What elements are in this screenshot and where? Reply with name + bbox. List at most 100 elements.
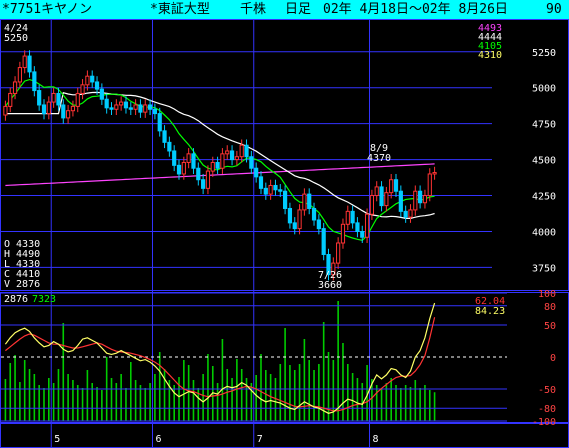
oscillator-tick-label: 0 [550, 353, 556, 364]
candle-body [287, 207, 293, 224]
candle-body [61, 104, 66, 119]
candle-body [345, 210, 350, 225]
candle-body [85, 75, 90, 86]
mark-value-label: 4370 [367, 153, 391, 164]
candle-body [56, 92, 61, 106]
price-tick-label: 3750 [532, 263, 556, 274]
candle-body [90, 75, 95, 83]
price-tick-label: 5250 [532, 48, 556, 59]
candle-body [119, 101, 124, 106]
candle-body [167, 141, 172, 152]
candle-body [138, 104, 143, 113]
candle-body [128, 107, 133, 110]
volume-ma-label: 7323 [32, 294, 56, 305]
candle-body [41, 104, 47, 115]
price-chart-area: 52505000475045004250400037505 6 7 84/245250… [0, 19, 569, 448]
candle-body [176, 164, 182, 175]
candle-body [172, 150, 177, 166]
candle-body [302, 193, 307, 211]
candle-body [297, 209, 302, 230]
oscillator-tick-label: -50 [538, 385, 556, 396]
candle-body [374, 186, 379, 197]
candle-body [220, 153, 225, 169]
candle-body [181, 161, 186, 175]
current-volume-label: 2876 [4, 294, 28, 305]
candle-body [369, 195, 374, 215]
candle-body [70, 105, 76, 112]
candle-body [239, 144, 244, 158]
candle-body [350, 210, 355, 224]
candle-body [143, 104, 148, 113]
oscillator-tick-label: 80 [544, 302, 556, 313]
candle-body [254, 167, 259, 178]
date-axis-frame [0, 423, 569, 448]
oscillator-legend-value: 84.23 [475, 306, 505, 317]
candle-body [162, 130, 167, 143]
candle-body [17, 67, 22, 83]
candle-body [336, 242, 341, 264]
candle-body [32, 71, 37, 92]
candle-body [104, 98, 109, 109]
candle-body [307, 193, 312, 209]
high-value-label: 5250 [4, 33, 28, 44]
candle-body [133, 104, 138, 110]
low-value-label: 3660 [318, 280, 342, 291]
candle-body [360, 230, 365, 238]
candle-body [215, 161, 220, 169]
candle-body [398, 190, 403, 212]
candle-body [355, 222, 360, 232]
oscillator-slow-line [5, 317, 436, 412]
candle-body [278, 189, 283, 192]
market-label: *東証大型 [150, 2, 210, 17]
candle-body [249, 156, 254, 169]
candle-body [186, 153, 191, 163]
candle-body [234, 156, 239, 161]
candle-body [413, 190, 418, 211]
month-tick-label: 6 [155, 434, 161, 445]
ohlcv-v-label: V 2876 [4, 279, 40, 290]
candle-body [316, 219, 321, 230]
candle-body [389, 179, 394, 194]
ma-long-line [5, 163, 435, 187]
candle-body [94, 81, 100, 90]
candle-body [311, 207, 317, 221]
candle-body [427, 173, 432, 197]
candle-body [147, 104, 153, 110]
candle-body [191, 153, 196, 169]
candle-body [244, 144, 249, 158]
candle-body [22, 55, 27, 69]
price-tick-label: 4000 [532, 227, 556, 238]
oscillator-tick-label: 50 [544, 321, 556, 332]
candle-body [263, 187, 268, 195]
candle-body [80, 84, 85, 94]
candle-body [27, 55, 32, 73]
candle-body [99, 88, 104, 100]
candle-body [268, 184, 273, 195]
candle-body [258, 176, 264, 189]
candle-body [12, 81, 18, 94]
chart-window: *7751キヤノン *東証大型 千株 日足 02年 4月18日～02年 8月26… [0, 0, 569, 448]
candle-body [152, 108, 158, 115]
candle-body [114, 104, 119, 110]
price-tick-label: 4750 [532, 120, 556, 131]
unit-label: 千株 [240, 2, 267, 17]
candle-body [292, 222, 297, 230]
stock-code-name: *7751キヤノン [2, 2, 93, 17]
candle-body [51, 92, 56, 103]
candle-body [384, 192, 389, 207]
candle-body [75, 92, 80, 107]
candle-body [379, 186, 384, 207]
month-tick-label: 5 [54, 434, 60, 445]
price-tick-label: 5000 [532, 84, 556, 95]
candle-body [109, 107, 114, 110]
period-type-label: 日足 [285, 2, 312, 17]
chart-header: *7751キヤノン *東証大型 千株 日足 02年 4月18日～02年 8月26… [0, 0, 569, 19]
candle-body [225, 150, 230, 155]
candle-body [432, 172, 437, 175]
month-tick-label: 7 [257, 434, 263, 445]
candle-body [196, 167, 201, 181]
candle-body [8, 92, 13, 107]
candle-body [3, 105, 8, 116]
oscillator-fast-line [4, 302, 436, 414]
candle-body [418, 190, 423, 204]
